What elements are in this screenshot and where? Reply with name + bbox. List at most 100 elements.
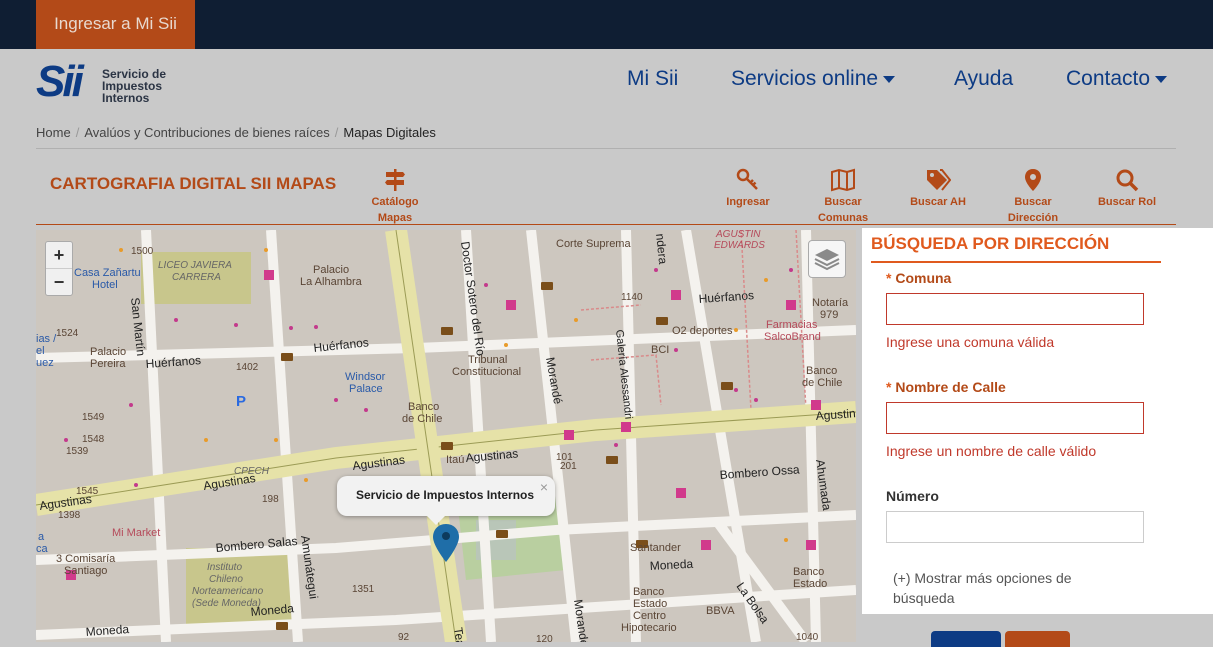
map-label-liceo-2: CARRERA xyxy=(172,272,221,283)
panel-actions xyxy=(862,614,1213,647)
nav-contacto[interactable]: Contacto xyxy=(1066,67,1168,91)
map-label-hotel-2: Hotel xyxy=(92,279,118,291)
map-icon xyxy=(831,168,855,192)
map-label-mimarket: Mi Market xyxy=(112,527,160,539)
popup-text: Servicio de Impuestos Internos xyxy=(356,488,535,502)
comuna-label: * Comuna xyxy=(886,270,951,286)
map-label-comisaria: 3 Comisaría xyxy=(56,553,116,565)
zoom-in-button[interactable]: + xyxy=(46,242,72,269)
comuna-label-text: Comuna xyxy=(895,270,952,286)
popup-tip xyxy=(427,516,445,525)
address-number: 1539 xyxy=(66,446,89,457)
logo-mark: Sii xyxy=(36,57,84,106)
map-label-palacio-pereira-2: Pereira xyxy=(90,358,126,370)
address-number: 1548 xyxy=(82,434,105,445)
map-label-o2: O2 deportes xyxy=(672,325,733,337)
logo-line-3: Internos xyxy=(102,91,150,105)
map-label-ca: a xyxy=(38,531,45,543)
nav-ayuda[interactable]: Ayuda xyxy=(954,67,1013,91)
map-label-tribunal: Tribunal xyxy=(468,354,507,366)
ingresar-label: Ingresar xyxy=(726,196,770,208)
address-number: 101 xyxy=(556,452,573,463)
map-label-hotel: Casa Zañartu xyxy=(74,267,141,279)
calle-label: * Nombre de Calle xyxy=(886,379,1006,395)
address-search-panel: BÚSQUEDA POR DIRECCIÓN * Comuna Ingrese … xyxy=(862,228,1213,614)
address-number: 120 xyxy=(536,634,553,642)
zoom-control: + − xyxy=(45,241,73,296)
nav-servicios-label: Servicios online xyxy=(731,67,879,90)
panel-title-underline xyxy=(871,261,1161,263)
address-number: 1524 xyxy=(56,328,79,339)
buscar-rol-label: Buscar Rol xyxy=(1097,196,1157,208)
login-button[interactable]: Ingresar a Mi Sii xyxy=(36,0,195,49)
map-label-ias: ias / xyxy=(36,333,57,345)
map-label-palacio-pereira: Palacio xyxy=(90,346,126,358)
address-number: 1402 xyxy=(236,362,259,373)
sii-logo[interactable]: Sii Servicio de Impuestos Internos xyxy=(36,59,176,107)
map-label-windsor-2: Palace xyxy=(349,383,383,395)
breadcrumb-separator: / xyxy=(75,125,80,140)
top-bar: Ingresar a Mi Sii xyxy=(0,0,1213,49)
site-header: Sii Servicio de Impuestos Internos Mi Si… xyxy=(0,49,1213,114)
address-number: 1549 xyxy=(82,412,105,423)
panel-title: BÚSQUEDA POR DIRECCIÓN xyxy=(871,234,1110,253)
map-label-banco-estado-3: Centro xyxy=(633,610,666,622)
breadcrumb-separator: / xyxy=(334,125,339,140)
map-label-banco-estado-right: Banco xyxy=(793,566,824,578)
parking-icon: P xyxy=(236,393,246,410)
address-number: 1351 xyxy=(352,584,375,595)
zoom-out-button[interactable]: − xyxy=(46,269,72,295)
catalogo-label-1: Catálogo xyxy=(371,196,419,208)
search-clear-button[interactable] xyxy=(1005,631,1070,647)
address-number: 1398 xyxy=(58,510,81,521)
search-submit-button[interactable] xyxy=(931,631,1001,647)
map-label-agustin: AGUSTIN xyxy=(715,230,761,240)
map-label-liceo: LICEO JAVIERA xyxy=(158,260,232,271)
page-title: CARTOGRAFIA DIGITAL SII MAPAS xyxy=(50,174,337,193)
popup-close-icon[interactable]: × xyxy=(540,479,548,495)
numero-label: Número xyxy=(886,488,939,504)
nav-ayuda-label: Ayuda xyxy=(954,67,1014,90)
catalogo-mapas-button[interactable]: Catálogo Mapas xyxy=(366,168,424,226)
layers-button[interactable] xyxy=(808,240,846,278)
nav-mi-sii[interactable]: Mi Sii xyxy=(627,67,678,91)
chevron-down-icon xyxy=(883,75,896,83)
map-label-instituto-3: Norteamericano xyxy=(192,586,264,597)
nav-servicios-online[interactable]: Servicios online xyxy=(731,67,896,91)
title-underline xyxy=(36,224,1176,225)
address-number: 1040 xyxy=(796,632,819,642)
ingresar-button[interactable]: Ingresar xyxy=(722,168,774,210)
map-label-tribunal-2: Constitucional xyxy=(452,366,521,378)
required-mark: * xyxy=(886,270,892,286)
address-number: 92 xyxy=(398,632,410,642)
breadcrumb-current: Mapas Digitales xyxy=(343,125,436,140)
map-viewport[interactable]: P Casa Zañartu Hotel LICEO JAVIERA CARRE… xyxy=(36,230,856,642)
street-moneda-3: Moneda xyxy=(649,557,693,573)
buscar-ah-button[interactable]: Buscar AH xyxy=(907,168,969,210)
comuna-input[interactable] xyxy=(886,293,1144,325)
map-label-notaria-2: 979 xyxy=(820,309,838,321)
map-label-palacio: Palacio xyxy=(313,264,349,276)
map-label-banco-estado-2: Estado xyxy=(633,598,667,610)
breadcrumb-home[interactable]: Home xyxy=(36,125,71,140)
map-pin-icon xyxy=(1025,169,1041,191)
buscar-direccion-button[interactable]: Buscar Dirección xyxy=(1005,168,1061,226)
buscar-rol-button[interactable]: Buscar Rol xyxy=(1096,168,1158,210)
map-label-notaria: Notaría xyxy=(812,297,849,309)
map-label-banco-chile-2: de Chile xyxy=(402,413,442,425)
buscar-comunas-button[interactable]: Buscar Comunas xyxy=(815,168,871,226)
map-label-ias-3: uez xyxy=(36,357,54,369)
breadcrumb-avaluos[interactable]: Avalúos y Contribuciones de bienes raíce… xyxy=(84,125,329,140)
map-label-farmacias: Farmacias xyxy=(766,319,818,331)
calle-label-text: Nombre de Calle xyxy=(895,379,1006,395)
map-label-ca-2: ca xyxy=(36,543,49,555)
map-canvas[interactable]: P Casa Zañartu Hotel LICEO JAVIERA CARRE… xyxy=(36,230,856,642)
map-label-bbva: BBVA xyxy=(706,605,735,617)
map-popup: Servicio de Impuestos Internos × xyxy=(337,476,555,525)
nav-contacto-label: Contacto xyxy=(1066,67,1151,90)
map-label-windsor: Windsor xyxy=(345,371,386,383)
calle-input[interactable] xyxy=(886,402,1144,434)
numero-input[interactable] xyxy=(886,511,1144,543)
map-label-santander: Santander xyxy=(630,542,681,554)
more-options-link[interactable]: (+) Mostrar más opciones de búsqueda xyxy=(893,568,1093,608)
